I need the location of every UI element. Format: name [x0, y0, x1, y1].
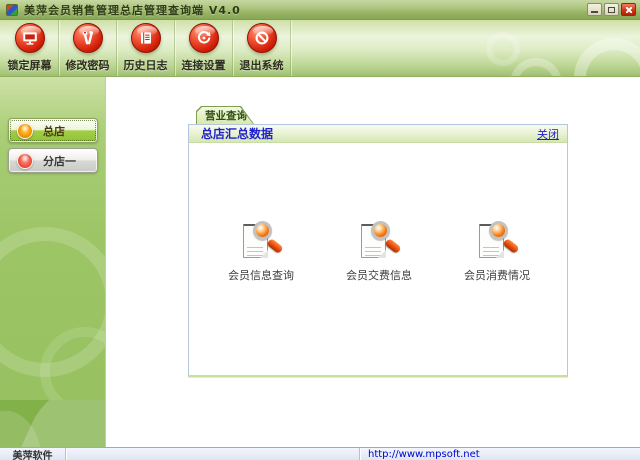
sidebar-item-head-office[interactable]: 总店 [8, 118, 98, 143]
minimize-button[interactable] [587, 3, 602, 16]
status-url: http://www.mpsoft.net [360, 448, 640, 460]
tool-label: 退出系统 [240, 57, 284, 73]
connection-settings-button[interactable]: 连接设置 [175, 20, 233, 77]
sidebar-item-label: 总店 [43, 123, 65, 139]
lock-screen-button[interactable]: 锁定屏幕 [1, 20, 59, 77]
window-controls [587, 3, 636, 16]
status-company: 美萍软件 [0, 448, 66, 460]
tool-label: 修改密码 [66, 57, 110, 73]
status-bar: 美萍软件 http://www.mpsoft.net [0, 447, 640, 460]
close-button[interactable] [621, 3, 636, 16]
toolbar: 锁定屏幕 修改密码 [0, 20, 640, 77]
exit-system-no-entry-icon [247, 23, 277, 53]
panel-title: 总店汇总数据 [201, 125, 273, 142]
sidebar-footer-decor [0, 400, 106, 447]
document-magnifier-icon [359, 221, 399, 263]
tab-label: 营业查询 [197, 108, 247, 123]
titlebar: 美萍会员销售管理总店管理查询端 V4.0 [0, 0, 640, 20]
store-sphere-icon [17, 123, 33, 139]
member-consumption-item[interactable]: 会员消费情况 [442, 221, 552, 283]
query-item-label: 会员消费情况 [464, 267, 530, 283]
sidebar-item-branch-one[interactable]: 分店一 [8, 148, 98, 173]
query-item-label: 会员交费信息 [346, 267, 412, 283]
history-log-button[interactable]: 历史日志 [117, 20, 175, 77]
change-password-button[interactable]: 修改密码 [59, 20, 117, 77]
tool-label: 连接设置 [182, 57, 226, 73]
tab-business-query[interactable]: 营业查询 [196, 106, 254, 124]
summary-panel: 总店汇总数据 关闭 会员信息查询 [188, 124, 568, 377]
decor-ring-icon [574, 38, 640, 77]
exit-system-button[interactable]: 退出系统 [233, 20, 291, 77]
member-info-query-item[interactable]: 会员信息查询 [206, 221, 316, 283]
change-password-tools-icon [73, 23, 103, 53]
lock-screen-monitor-icon [15, 23, 45, 53]
document-magnifier-icon [477, 221, 517, 263]
panel-header: 总店汇总数据 关闭 [189, 125, 567, 143]
store-sphere-icon [17, 153, 33, 169]
document-magnifier-icon [241, 221, 281, 263]
tool-label: 历史日志 [124, 57, 168, 73]
close-link[interactable]: 关闭 [537, 126, 559, 142]
minimize-icon [591, 11, 598, 13]
sidebar: 总店 分店一 [0, 77, 106, 447]
restore-icon [608, 7, 615, 13]
query-item-label: 会员信息查询 [228, 267, 294, 283]
app-icon [6, 4, 18, 16]
decor-ring-icon [510, 58, 562, 77]
restore-button[interactable] [604, 3, 619, 16]
status-spacer [66, 448, 360, 460]
application-window: 美萍会员销售管理总店管理查询端 V4.0 锁定屏幕 [0, 0, 640, 460]
connection-settings-refresh-icon [189, 23, 219, 53]
decor-ring-icon [486, 32, 520, 66]
sidebar-item-label: 分店一 [43, 153, 76, 169]
tool-label: 锁定屏幕 [8, 57, 52, 73]
history-log-book-icon [131, 23, 161, 53]
main-content: 营业查询 总店汇总数据 关闭 [106, 77, 640, 447]
window-title: 美萍会员销售管理总店管理查询端 V4.0 [24, 2, 241, 18]
member-payment-info-item[interactable]: 会员交费信息 [324, 221, 434, 283]
panel-body: 会员信息查询 会员交费信息 [189, 143, 567, 374]
